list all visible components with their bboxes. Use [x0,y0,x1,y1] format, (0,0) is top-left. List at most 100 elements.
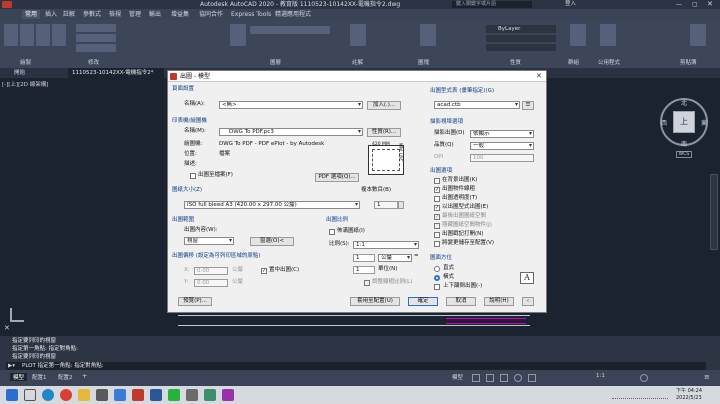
doc-tab-drawing[interactable]: 1110523-10142XX-電機指令2* [68,68,164,78]
file-explorer-icon[interactable] [78,389,90,401]
option-lineweights-label[interactable]: 出圖物件線粗 [442,186,475,193]
group-icon[interactable] [570,24,586,46]
search-input[interactable]: 鍵入關鍵字或片語 [452,1,532,8]
line-app-icon[interactable] [168,389,180,401]
page-setup-name-select[interactable]: <無> [219,101,363,109]
bylayer-linetype-dropdown[interactable] [486,35,556,42]
cancel-button[interactable]: 取消 [446,297,476,306]
ribbon-tab-parametric[interactable]: 參數式 [80,10,104,19]
move-tool-icon[interactable] [76,24,116,32]
option-lineweights-checkbox[interactable] [434,187,440,193]
edit-plot-style-button[interactable]: ☰ [522,101,534,110]
viewport-controls-label[interactable]: [-][上][2D 線架構] [2,80,48,88]
panel-block-label[interactable]: 圖塊 [418,58,429,66]
upside-down-label[interactable]: 上下顛倒出圖(-) [443,283,482,290]
ribbon-tab-annotate[interactable]: 註解 [60,10,78,19]
app-icon-12[interactable] [222,389,234,401]
viewcube-face[interactable]: 上 [673,111,695,133]
copies-spinner[interactable] [398,201,404,209]
ribbon-tab-collaborate[interactable]: 協同合作 [196,10,226,19]
plot-to-file-checkbox[interactable] [190,173,196,179]
word-icon[interactable] [150,389,162,401]
osnap-icon[interactable] [528,374,536,382]
option-hide-objects-checkbox[interactable] [434,223,440,229]
mail-icon[interactable] [114,389,126,401]
insert-block-icon[interactable] [420,24,436,46]
stretch-tool-icon[interactable] [76,44,116,52]
panel-groups-label[interactable]: 群組 [568,58,579,66]
ok-button[interactable]: 確定 [408,297,438,306]
option-stamp-checkbox[interactable] [434,232,440,238]
option-background-checkbox[interactable] [434,178,440,184]
polyline-tool-icon[interactable] [20,24,34,46]
close-icon[interactable]: ✕ [707,0,713,8]
option-save-layout-label[interactable]: 將變更儲存至配置(V) [442,240,494,247]
printer-properties-button[interactable]: 性質(R)... [367,128,401,137]
minimize-icon[interactable]: — [676,1,682,8]
navigation-bar[interactable] [710,174,718,250]
panel-utilities-label[interactable]: 公用程式 [598,58,620,66]
apply-to-layout-button[interactable]: 套用至配置(U) [350,297,400,306]
annotation-scale[interactable]: 1:1 [596,373,605,379]
offset-x-input[interactable]: 0.00 [194,267,228,275]
ribbon-tab-express[interactable]: Express Tools [228,10,274,19]
panel-layers-label[interactable]: 圖層 [270,58,281,66]
option-plot-styles-label[interactable]: 以出圖型式出圖(E) [442,204,488,211]
option-plot-styles-checkbox[interactable] [434,205,440,211]
viewcube-north[interactable]: 北 [681,98,687,107]
page-setup-add-button[interactable]: 加入(.)... [367,101,401,110]
text-tool-icon[interactable] [350,24,366,46]
user-login[interactable]: 登入 [565,1,576,8]
scale-lineweights-label[interactable]: 調整線粗比例(L) [372,279,412,286]
panel-properties-label[interactable]: 性質 [510,58,521,66]
option-background-label[interactable]: 在背景出圖(K) [442,177,477,184]
workspace-icon[interactable] [640,374,648,382]
bylayer-lineweight-dropdown[interactable] [486,44,556,51]
upside-down-checkbox[interactable] [434,284,440,290]
landscape-radio[interactable] [434,275,440,281]
command-input[interactable]: ▶▾ PLOT 指定第一角點: 指定對角點: [6,362,706,370]
portrait-radio[interactable] [434,266,440,272]
layout-tab-model[interactable]: 模型 [10,373,28,381]
clock-time[interactable]: 下午 04:24 [676,387,702,394]
panel-annotation-label[interactable]: 註解 [352,58,363,66]
clock-date[interactable]: 2022/5/23 [676,395,702,401]
measure-icon[interactable] [600,24,616,46]
panel-clipboard-label[interactable]: 剪貼簿 [680,58,697,66]
landscape-label[interactable]: 橫式 [443,274,454,281]
printer-name-select[interactable]: DWG To PDF.pc3 [219,128,363,136]
bylayer-color-dropdown[interactable]: ByLayer [486,25,556,33]
ribbon-tab-manage[interactable]: 管理 [126,10,144,19]
scale-value-2[interactable]: 1 [353,266,375,274]
layer-dropdown[interactable] [250,26,330,34]
chrome-icon[interactable] [60,389,72,401]
ribbon-tab-output[interactable]: 輸出 [146,10,164,19]
collapse-options-button[interactable]: ‹ [522,297,534,306]
portrait-label[interactable]: 直式 [443,265,454,272]
shade-plot-select[interactable]: 依顯示 [470,130,534,138]
option-save-layout-checkbox[interactable] [434,241,440,247]
quality-select[interactable]: 一般 [470,142,534,150]
ribbon-tab-featured[interactable]: 精選應用程式 [272,10,314,19]
window-select-button[interactable]: 窗選(O)< [250,237,294,246]
plot-style-table-select[interactable]: acad.ctb [434,101,520,109]
arc-tool-icon[interactable] [52,24,66,46]
ribbon-tab-view[interactable]: 檢視 [106,10,124,19]
autocad-icon[interactable] [132,389,144,401]
offset-y-input[interactable]: 0.00 [194,279,228,287]
option-transparency-label[interactable]: 出圖透明度(T) [442,195,477,202]
option-hide-objects-label[interactable]: 隱藏圖紙空間物件(J) [442,222,492,229]
option-transparency-checkbox[interactable] [434,196,440,202]
paste-icon[interactable] [690,24,706,46]
maximize-icon[interactable]: ▢ [692,1,698,8]
scale-value-1[interactable]: 1 [353,254,375,262]
task-view-icon[interactable] [24,389,36,401]
dialog-close-icon[interactable]: ✕ [536,72,542,80]
doc-tab-start[interactable]: 開始 [14,69,25,77]
plot-to-file-label[interactable]: 出圖至檔案(F) [198,172,233,179]
option-paperspace-last-label[interactable]: 最後出圖圖紙空間 [442,213,486,220]
edge-icon[interactable] [42,389,54,401]
ortho-icon[interactable] [500,374,508,382]
viewcube-west[interactable]: 西 [661,118,667,127]
viewcube-east[interactable]: 東 [701,118,707,127]
